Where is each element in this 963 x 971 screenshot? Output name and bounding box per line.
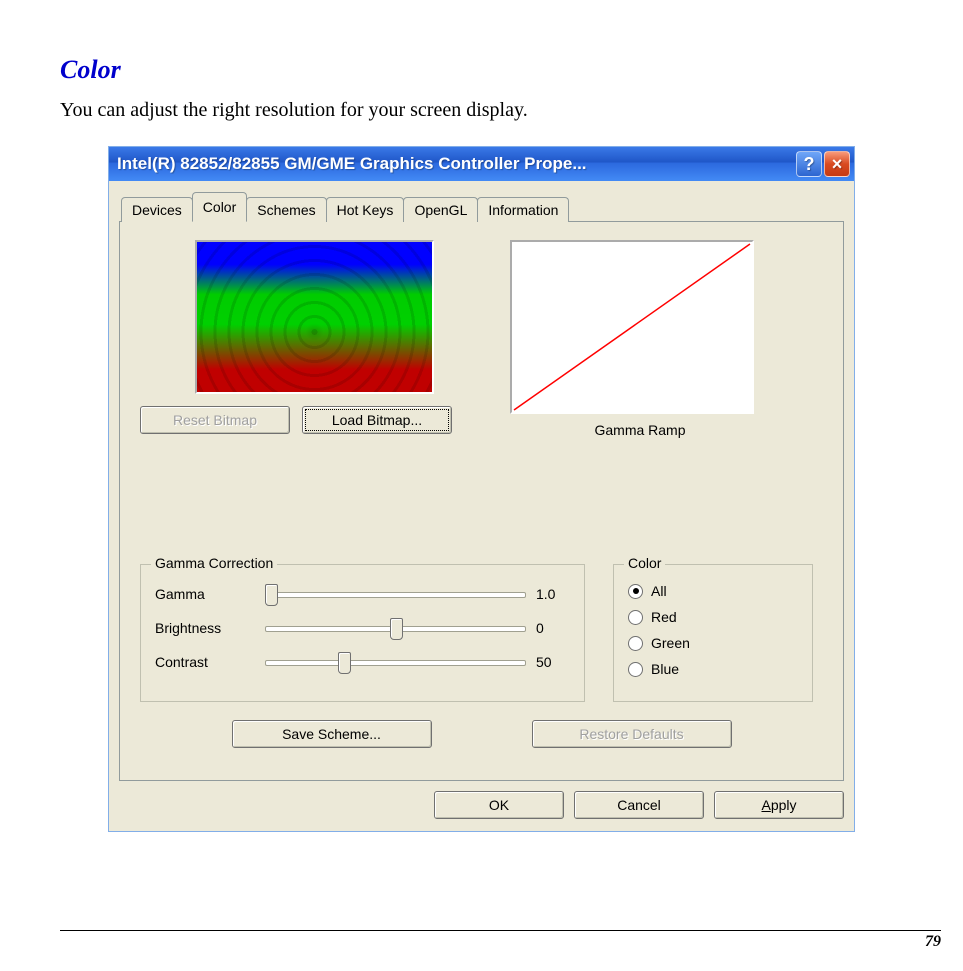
tab-hotkeys[interactable]: Hot Keys (326, 197, 405, 222)
reset-bitmap-button[interactable]: Reset Bitmap (140, 406, 290, 434)
cancel-button[interactable]: Cancel (574, 791, 704, 819)
tab-schemes[interactable]: Schemes (246, 197, 326, 222)
titlebar: Intel(R) 82852/82855 GM/GME Graphics Con… (109, 147, 854, 181)
gamma-value: 1.0 (536, 586, 570, 602)
radio-blue[interactable]: Blue (628, 661, 798, 677)
section-desc: You can adjust the right resolution for … (60, 99, 903, 122)
page-number: 79 (925, 933, 941, 950)
gamma-label: Gamma (155, 586, 255, 602)
radio-icon (628, 584, 643, 599)
tab-information[interactable]: Information (477, 197, 569, 222)
apply-button[interactable]: Apply (714, 791, 844, 819)
tab-color[interactable]: Color (192, 192, 247, 222)
radio-green-label: Green (651, 635, 690, 651)
color-group-legend: Color (624, 555, 665, 571)
gamma-ramp-graph (510, 240, 754, 414)
slider-contrast: Contrast 50 (155, 651, 570, 673)
page-footer: 79 (60, 930, 941, 951)
window-title: Intel(R) 82852/82855 GM/GME Graphics Con… (117, 154, 796, 174)
load-bitmap-button[interactable]: Load Bitmap... (302, 406, 452, 434)
slider-brightness: Brightness 0 (155, 617, 570, 639)
radio-red-label: Red (651, 609, 677, 625)
radio-blue-label: Blue (651, 661, 679, 677)
dialog-button-row: OK Cancel Apply (119, 791, 844, 819)
properties-window: Intel(R) 82852/82855 GM/GME Graphics Con… (108, 146, 855, 832)
gamma-ramp-label: Gamma Ramp (510, 422, 770, 438)
gamma-correction-group: Gamma Correction Gamma 1.0 Brightness (140, 564, 585, 702)
tab-strip: Devices Color Schemes Hot Keys OpenGL In… (121, 191, 844, 221)
radio-all-label: All (651, 583, 667, 599)
slider-gamma: Gamma 1.0 (155, 583, 570, 605)
brightness-value: 0 (536, 620, 570, 636)
section-title: Color (60, 55, 903, 85)
gamma-correction-legend: Gamma Correction (151, 555, 277, 571)
help-button[interactable]: ? (796, 151, 822, 177)
bitmap-preview (195, 240, 434, 394)
restore-defaults-button[interactable]: Restore Defaults (532, 720, 732, 748)
radio-red[interactable]: Red (628, 609, 798, 625)
brightness-label: Brightness (155, 620, 255, 636)
contrast-label: Contrast (155, 654, 255, 670)
contrast-value: 50 (536, 654, 570, 670)
save-scheme-button[interactable]: Save Scheme... (232, 720, 432, 748)
brightness-slider[interactable] (265, 617, 526, 639)
tab-panel-color: Reset Bitmap Load Bitmap... Gamma Ramp (119, 221, 844, 781)
radio-green[interactable]: Green (628, 635, 798, 651)
tab-opengl[interactable]: OpenGL (403, 197, 478, 222)
client-area: Devices Color Schemes Hot Keys OpenGL In… (109, 181, 854, 831)
gamma-slider[interactable] (265, 583, 526, 605)
color-channel-group: Color All Red Green (613, 564, 813, 702)
tab-devices[interactable]: Devices (121, 197, 193, 222)
ok-button[interactable]: OK (434, 791, 564, 819)
contrast-slider[interactable] (265, 651, 526, 673)
radio-icon (628, 636, 643, 651)
radio-all[interactable]: All (628, 583, 798, 599)
close-button[interactable]: × (824, 151, 850, 177)
radio-icon (628, 610, 643, 625)
radio-icon (628, 662, 643, 677)
